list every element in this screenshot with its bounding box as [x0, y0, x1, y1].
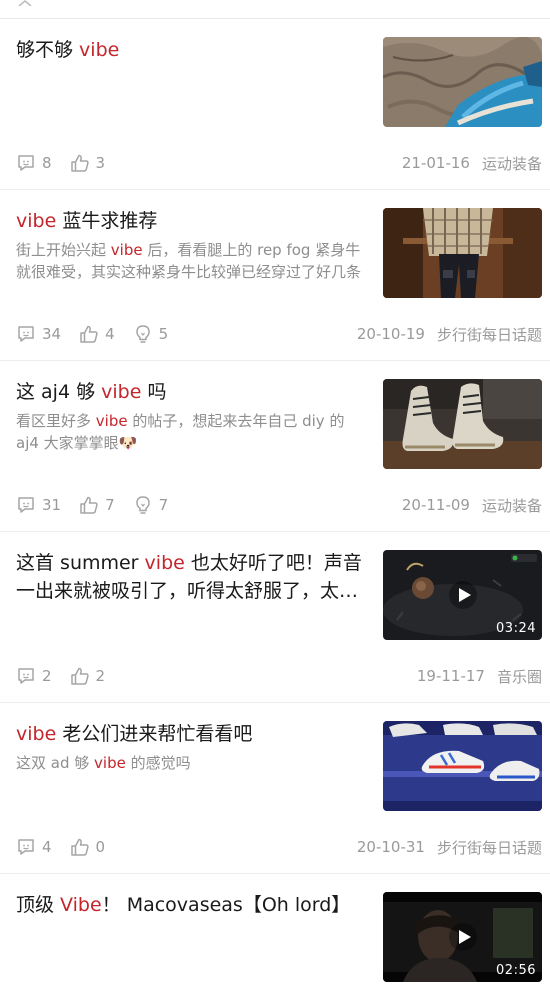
post-category[interactable]: 运动装备: [482, 495, 542, 516]
post-thumbnail[interactable]: [383, 379, 542, 469]
comment-count[interactable]: 8: [16, 153, 52, 173]
post-title[interactable]: 够不够 vibe: [16, 36, 366, 64]
like-count[interactable]: 2: [70, 666, 105, 686]
comment-icon: [18, 668, 34, 684]
video-duration: 03:24: [496, 621, 536, 636]
post-stats: 2 2: [16, 665, 123, 687]
comment-icon: [18, 497, 34, 513]
post-title[interactable]: 这 aj4 够 vibe 吗: [16, 378, 366, 406]
post-excerpt: 看区里好多 vibe 的帖子，想起来去年自己 diy 的aj4 大家掌掌眼🐶: [16, 412, 345, 452]
post-date: 20-11-09: [401, 496, 470, 514]
post-excerpt: 这双 ad 够 vibe 的感觉吗: [16, 754, 191, 772]
thumbs-up-icon: [70, 838, 89, 856]
post-date: 19-11-17: [416, 667, 485, 685]
post-item[interactable]: 够不够 vibe 8 3 21-01-16 运动装备: [0, 19, 550, 190]
lightbulb-icon: [135, 325, 150, 343]
post-meta: 19-11-17 音乐圈: [417, 665, 542, 687]
post-item[interactable]: 这 aj4 够 vibe 吗 看区里好多 vibe 的帖子，想起来去年自己 di…: [0, 361, 550, 532]
thumbs-up-icon: [80, 325, 98, 343]
view-count[interactable]: 5: [133, 324, 168, 344]
like-count[interactable]: 4: [79, 324, 115, 344]
lightbulb-icon: [135, 496, 150, 514]
post-meta: 20-11-09 运动装备: [402, 494, 542, 516]
video-thumbnail[interactable]: 03:24: [383, 550, 542, 640]
post-excerpt: 街上开始兴起 vibe 后，看看腿上的 rep fog 紧身牛就很难受，其实这种…: [16, 241, 362, 281]
post-item[interactable]: 顶级 Vibe！ Macovaseas【Oh lord】 02:56: [0, 874, 550, 991]
chevron-up-icon: [18, 0, 32, 6]
post-title[interactable]: vibe 老公们进来帮忙看看吧: [16, 720, 366, 748]
post-title[interactable]: 这首 summer vibe 也太好听了吧！声音一出来就被吸引了，听得太舒服了，…: [16, 549, 366, 605]
post-stats: 8 3: [16, 152, 123, 174]
post-stats: 4 0: [16, 836, 123, 858]
comment-count[interactable]: 2: [16, 666, 52, 686]
post-stats: 31 7 7: [16, 494, 186, 516]
like-count[interactable]: 3: [70, 153, 105, 173]
comment-icon: [18, 326, 34, 342]
thumbs-up-icon: [70, 154, 89, 172]
post-category[interactable]: 步行街每日话题: [437, 837, 542, 858]
post-stats: 34 4 5: [16, 323, 186, 345]
post-category[interactable]: 音乐圈: [497, 666, 542, 687]
post-item[interactable]: vibe 蓝牛求推荐 街上开始兴起 vibe 后，看看腿上的 rep fog 紧…: [0, 190, 550, 361]
post-thumbnail[interactable]: [383, 721, 542, 811]
post-item[interactable]: 这首 summer vibe 也太好听了吧！声音一出来就被吸引了，听得太舒服了，…: [0, 532, 550, 703]
like-count[interactable]: 7: [79, 495, 115, 515]
post-meta: 20-10-19 步行街每日话题: [357, 323, 542, 345]
comment-count[interactable]: 34: [16, 324, 61, 344]
comment-icon: [18, 839, 34, 855]
post-thumbnail[interactable]: [383, 37, 542, 127]
post-thumbnail[interactable]: [383, 208, 542, 298]
post-date: 21-01-16: [401, 154, 470, 172]
post-title[interactable]: vibe 蓝牛求推荐: [16, 207, 366, 235]
comment-count[interactable]: 4: [16, 837, 52, 857]
view-count[interactable]: 7: [133, 495, 168, 515]
thumbs-up-icon: [80, 496, 98, 514]
comment-count[interactable]: 31: [16, 495, 61, 515]
post-title[interactable]: 顶级 Vibe！ Macovaseas【Oh lord】: [16, 891, 366, 919]
thumbs-up-icon: [70, 667, 89, 685]
post-meta: 20-10-31 步行街每日话题: [357, 836, 542, 858]
video-thumbnail[interactable]: 02:56: [383, 892, 542, 982]
post-category[interactable]: 步行街每日话题: [437, 324, 542, 345]
video-duration: 02:56: [496, 963, 536, 978]
post-date: 20-10-31: [356, 838, 425, 856]
post-meta: 21-01-16 运动装备: [402, 152, 542, 174]
comment-icon: [18, 155, 34, 171]
post-item[interactable]: vibe 老公们进来帮忙看看吧 这双 ad 够 vibe 的感觉吗 4 0 20…: [0, 703, 550, 874]
like-count[interactable]: 0: [70, 837, 105, 857]
post-date: 20-10-19: [356, 325, 425, 343]
post-category[interactable]: 运动装备: [482, 153, 542, 174]
